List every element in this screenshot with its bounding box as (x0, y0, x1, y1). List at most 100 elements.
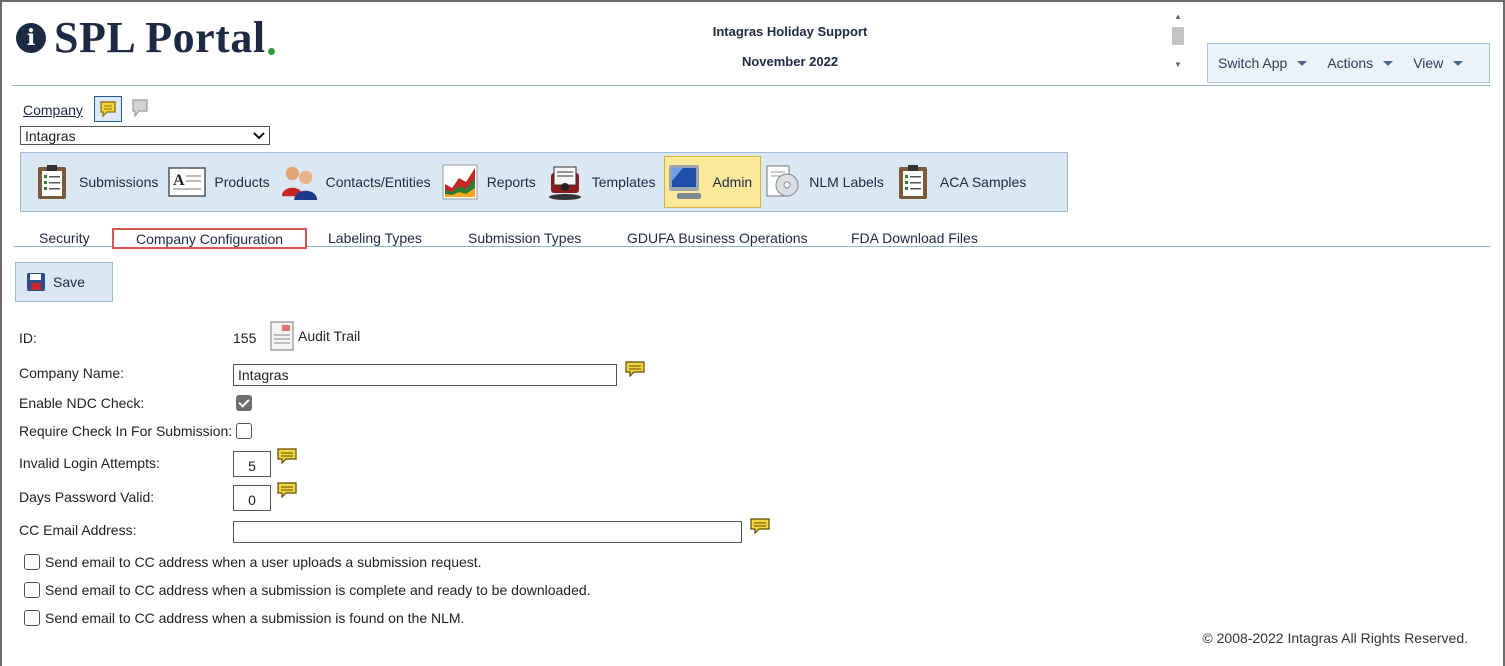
module-label: Reports (486, 174, 536, 190)
copyright-text: © 2008-2022 Intagras All Rights Reserved… (1202, 630, 1468, 646)
company-select-value: Intagras (25, 127, 76, 144)
svg-text:A: A (173, 172, 185, 189)
top-menu-bar: Switch App Actions View (1207, 43, 1490, 83)
header-title: Intagras Holiday Support (712, 24, 868, 39)
note-icon (750, 518, 770, 535)
days-password-note-button[interactable] (277, 482, 297, 501)
module-label: Admin (712, 174, 753, 190)
scroll-up-icon[interactable]: ▲ (1170, 10, 1186, 24)
module-submissions[interactable]: Submissions (31, 156, 166, 208)
floppy-disk-icon (27, 273, 45, 291)
note-icon (625, 361, 645, 378)
people-icon (280, 163, 318, 201)
label-cd-icon (763, 163, 801, 201)
save-button[interactable]: Save (15, 262, 113, 302)
module-reports[interactable]: Reports (439, 156, 544, 208)
clipboard-icon (33, 163, 71, 201)
scroll-thumb[interactable] (1172, 27, 1184, 45)
module-products[interactable]: A Products (166, 156, 277, 208)
note-icon (100, 101, 116, 118)
company-name-label: Company Name: (19, 365, 125, 381)
email-option-nlm[interactable]: Send email to CC address when a submissi… (24, 610, 464, 626)
caret-down-icon (1453, 60, 1464, 66)
email-option-label: Send email to CC address when a submissi… (45, 582, 591, 598)
company-select[interactable]: Intagras (20, 126, 270, 145)
tab-submission-types[interactable]: Submission Types (468, 229, 581, 247)
info-logo-icon: i (16, 23, 46, 53)
module-nlm-labels[interactable]: NLM Labels (761, 156, 892, 208)
chart-icon (441, 163, 479, 201)
cc-email-note-button[interactable] (750, 518, 770, 537)
module-label: Contacts/Entities (325, 174, 431, 190)
module-label: Templates (591, 174, 656, 190)
id-value: 155 (233, 330, 257, 346)
module-admin[interactable]: Admin (663, 156, 762, 208)
tab-labeling-types[interactable]: Labeling Types (328, 229, 422, 247)
logo-dot (267, 47, 275, 55)
enable-ndc-label: Enable NDC Check: (19, 395, 145, 411)
module-toolbar: Submissions A Products Contacts/Entities… (20, 152, 1068, 212)
tab-gdufa-business-operations[interactable]: GDUFA Business Operations (627, 229, 808, 247)
invalid-login-label: Invalid Login Attempts: (19, 455, 160, 471)
invalid-login-note-button[interactable] (277, 448, 297, 467)
monitor-icon (667, 163, 705, 201)
document-a-icon: A (168, 163, 207, 201)
company-note-button[interactable] (94, 96, 122, 122)
tab-security[interactable]: Security (39, 229, 90, 247)
email-option-complete[interactable]: Send email to CC address when a submissi… (24, 582, 591, 598)
invalid-login-input[interactable]: 5 (233, 451, 271, 477)
chevron-down-icon (253, 131, 265, 139)
menu-view[interactable]: View (1413, 55, 1464, 71)
audit-trail-label: Audit Trail (298, 328, 361, 344)
company-note-gray-button[interactable] (131, 98, 149, 121)
module-label: Products (214, 174, 270, 190)
email-option-label: Send email to CC address when a submissi… (45, 610, 465, 626)
audit-document-icon (270, 321, 294, 351)
note-gray-icon (132, 99, 148, 118)
email-option-checkbox[interactable] (24, 582, 40, 598)
module-label: ACA Samples (939, 174, 1027, 190)
email-option-checkbox[interactable] (24, 554, 40, 570)
id-label: ID: (19, 330, 37, 346)
module-label: Submissions (79, 174, 159, 190)
email-option-upload[interactable]: Send email to CC address when a user upl… (24, 554, 482, 570)
spl-portal-logo: i SPL Portal (16, 16, 275, 60)
menu-label: Actions (1327, 55, 1374, 71)
header-scrollbar[interactable]: ▲ ▼ (1170, 10, 1186, 74)
company-name-input[interactable]: Intagras (233, 364, 617, 386)
save-label: Save (53, 274, 85, 290)
menu-label: Switch App (1218, 55, 1288, 71)
days-password-input[interactable]: 0 (233, 485, 271, 511)
note-icon (277, 448, 297, 465)
header-divider (12, 85, 1490, 86)
module-contacts-entities[interactable]: Contacts/Entities (278, 156, 439, 208)
cc-email-label: CC Email Address: (19, 522, 137, 538)
enable-ndc-checkbox[interactable] (236, 395, 252, 411)
scroll-down-icon[interactable]: ▼ (1170, 58, 1186, 72)
header-subtitle: November 2022 (741, 54, 839, 69)
company-link[interactable]: Company (23, 102, 83, 118)
admin-tabs: Security Company Configuration Labeling … (14, 228, 1490, 249)
require-checkin-label: Require Check In For Submission: (19, 423, 233, 439)
email-option-label: Send email to CC address when a user upl… (45, 554, 482, 570)
company-name-note-button[interactable] (625, 361, 645, 380)
tab-fda-download-files[interactable]: FDA Download Files (851, 229, 978, 247)
caret-down-icon (1297, 60, 1308, 66)
tab-company-configuration[interactable]: Company Configuration (112, 228, 308, 249)
logo-text: SPL Portal (54, 13, 266, 62)
cc-email-input[interactable] (233, 521, 742, 543)
clipboard-icon (894, 163, 932, 201)
menu-actions[interactable]: Actions (1327, 55, 1394, 71)
days-password-label: Days Password Valid: (19, 489, 155, 505)
menu-label: View (1413, 55, 1444, 71)
module-aca-samples[interactable]: ACA Samples (892, 156, 1034, 208)
email-option-checkbox[interactable] (24, 610, 40, 626)
menu-switch-app[interactable]: Switch App (1218, 55, 1308, 71)
module-templates[interactable]: Templates (544, 156, 664, 208)
rolodex-icon (546, 163, 584, 201)
require-checkin-checkbox[interactable] (236, 423, 252, 439)
note-icon (277, 482, 297, 499)
audit-trail-link[interactable]: Audit Trail (270, 321, 360, 351)
caret-down-icon (1383, 60, 1394, 66)
module-label: NLM Labels (809, 174, 884, 190)
